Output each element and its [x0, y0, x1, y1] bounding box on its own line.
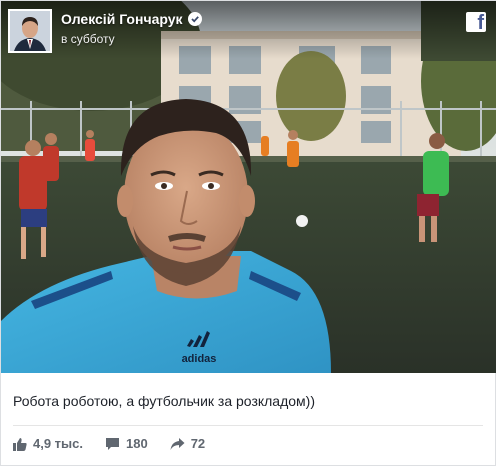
- post-caption: Робота роботою, а футбольчик за розкладо…: [13, 393, 315, 409]
- shares-count: 72: [190, 436, 206, 451]
- post-header: Олексій Гончарук в субботу f: [1, 1, 496, 59]
- post-stats: 4,9 тыс. 180 72: [13, 436, 205, 451]
- comment-bubble-icon: [106, 437, 119, 450]
- share-arrow-icon: [170, 437, 185, 450]
- divider: [13, 425, 483, 426]
- shares-stat[interactable]: 72: [170, 436, 205, 451]
- post-photo[interactable]: adidas Олексій Гончарук в субботу f: [1, 1, 496, 373]
- jersey-brand-text: adidas: [182, 353, 217, 365]
- likes-stat[interactable]: 4,9 тыс.: [13, 436, 83, 451]
- verified-badge-icon: [187, 12, 202, 26]
- post-time[interactable]: в субботу: [61, 32, 115, 46]
- facebook-logo-icon[interactable]: f: [466, 12, 486, 32]
- avatar-portrait-icon: [10, 11, 50, 51]
- comments-stat[interactable]: 180: [105, 436, 148, 451]
- author-avatar[interactable]: [8, 9, 52, 53]
- author-name[interactable]: Олексій Гончарук: [61, 11, 183, 27]
- thumbs-up-icon: [13, 437, 27, 451]
- likes-count: 4,9 тыс.: [33, 436, 83, 451]
- author-name-row: Олексій Гончарук: [61, 11, 202, 27]
- post-card: adidas Олексій Гончарук в субботу f Робо…: [0, 0, 496, 466]
- comments-count: 180: [126, 436, 148, 451]
